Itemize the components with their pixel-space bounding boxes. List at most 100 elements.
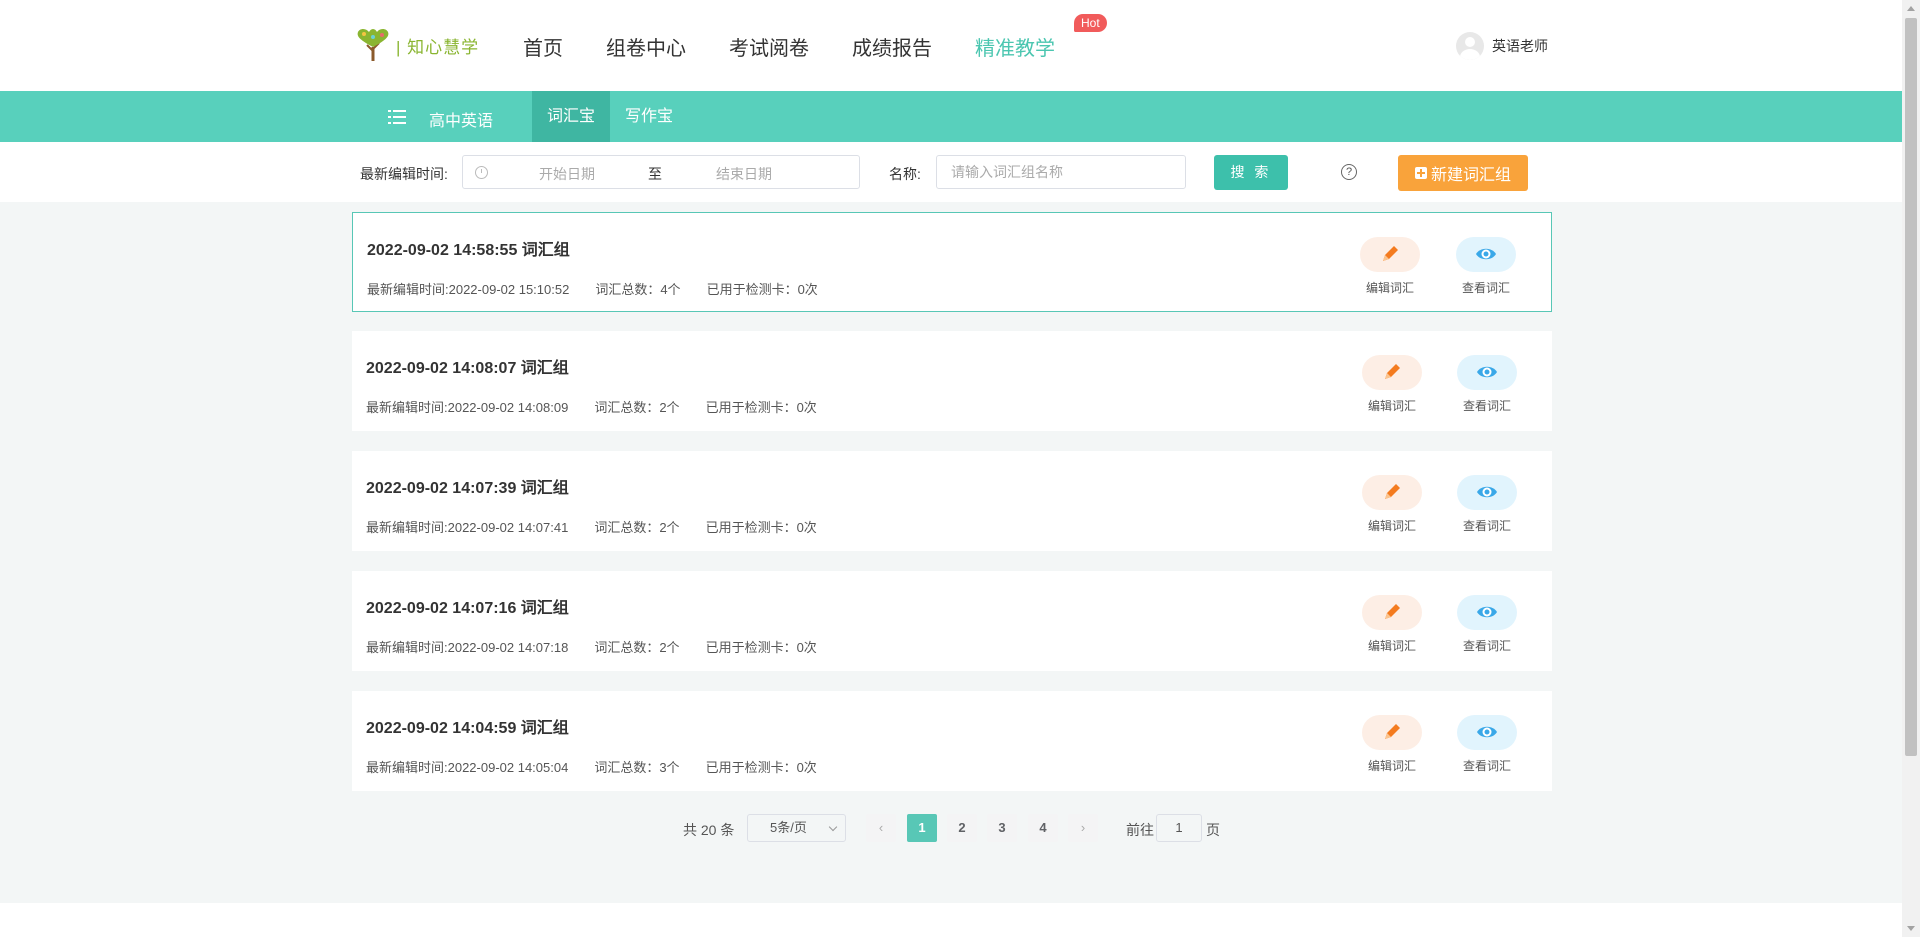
group-edit-time: 最新编辑时间:2022-09-02 15:10:52	[367, 282, 570, 297]
scroll-down-arrow-icon[interactable]	[1907, 926, 1915, 931]
vocab-group-card[interactable]: 2022-09-02 14:04:59 词汇组 最新编辑时间:2022-09-0…	[352, 691, 1552, 791]
view-vocab-label: 查看词汇	[1462, 519, 1511, 533]
edit-vocab-button[interactable]: 编辑词汇	[1361, 475, 1423, 534]
vocab-group-card[interactable]: 2022-09-02 14:08:07 词汇组 最新编辑时间:2022-09-0…	[352, 331, 1552, 431]
group-word-count: 词汇总数：2个	[594, 400, 680, 415]
vertical-scrollbar[interactable]	[1902, 0, 1920, 937]
edit-vocab-button[interactable]: 编辑词汇	[1359, 237, 1421, 296]
menu-list-icon[interactable]	[388, 107, 406, 125]
group-usage-count: 已用于检测卡：0次	[706, 282, 818, 297]
date-range-picker[interactable]: 开始日期 至 结束日期	[462, 155, 860, 189]
prev-page-button[interactable]: ‹	[866, 814, 896, 842]
eye-icon	[1477, 486, 1497, 498]
name-search-input[interactable]	[936, 155, 1186, 189]
group-title: 2022-09-02 14:08:07 词汇组	[366, 360, 569, 377]
group-title: 2022-09-02 14:07:39 词汇组	[366, 480, 569, 497]
top-header: | 知心慧学 首页 组卷中心 考试阅卷 成绩报告 精准教学 Hot 英语老师	[0, 0, 1902, 91]
edit-vocab-label: 编辑词汇	[1365, 281, 1414, 295]
group-meta: 最新编辑时间:2022-09-02 14:05:04 词汇总数：3个 已用于检测…	[366, 757, 843, 776]
page-button-3[interactable]: 3	[987, 814, 1017, 842]
view-vocab-button[interactable]: 查看词汇	[1456, 475, 1518, 534]
range-separator: 至	[648, 166, 662, 182]
pencil-icon	[1385, 604, 1400, 619]
pencil-icon	[1385, 364, 1400, 379]
edit-vocab-label: 编辑词汇	[1367, 399, 1416, 413]
scrollbar-thumb[interactable]	[1905, 18, 1917, 756]
avatar	[1456, 32, 1484, 60]
total-count: 共 20 条	[683, 822, 735, 838]
new-vocab-group-button[interactable]: 新建词汇组	[1398, 155, 1528, 191]
group-title: 2022-09-02 14:58:55 词汇组	[367, 242, 570, 259]
nav-precision-teaching[interactable]: 精准教学	[975, 32, 1055, 61]
group-usage-count: 已用于检测卡：0次	[705, 760, 817, 775]
nav-home[interactable]: 首页	[523, 32, 563, 61]
vocab-group-card[interactable]: 2022-09-02 14:07:16 词汇组 最新编辑时间:2022-09-0…	[352, 571, 1552, 671]
view-vocab-label: 查看词汇	[1462, 399, 1511, 413]
group-edit-time: 最新编辑时间:2022-09-02 14:05:04	[366, 760, 569, 775]
eye-icon	[1477, 366, 1497, 378]
page-button-2[interactable]: 2	[947, 814, 977, 842]
page-button-4[interactable]: 4	[1028, 814, 1058, 842]
eye-icon	[1477, 726, 1497, 738]
pencil-icon	[1385, 724, 1400, 739]
edit-vocab-label: 编辑词汇	[1367, 519, 1416, 533]
search-button[interactable]: 搜 索	[1214, 155, 1288, 190]
start-date-input[interactable]: 开始日期	[539, 164, 595, 184]
clock-icon	[475, 166, 488, 179]
plus-icon	[1414, 167, 1427, 179]
group-edit-time: 最新编辑时间:2022-09-02 14:07:41	[366, 520, 569, 535]
eye-icon	[1477, 606, 1497, 618]
sub-nav: 高中英语 词汇宝 写作宝	[0, 91, 1902, 142]
tab-vocabulary[interactable]: 词汇宝	[532, 91, 611, 142]
nav-paper-center[interactable]: 组卷中心	[606, 32, 686, 61]
nav-score-report[interactable]: 成绩报告	[852, 32, 932, 61]
view-vocab-button[interactable]: 查看词汇	[1456, 715, 1518, 774]
main-nav: 首页 组卷中心 考试阅卷 成绩报告 精准教学	[523, 32, 1098, 61]
view-vocab-label: 查看词汇	[1461, 281, 1510, 295]
user-name: 英语老师	[1492, 38, 1548, 54]
view-vocab-button[interactable]: 查看词汇	[1456, 355, 1518, 414]
pencil-icon	[1383, 246, 1398, 261]
group-word-count: 词汇总数：2个	[594, 520, 680, 535]
page-button-1[interactable]: 1	[907, 814, 937, 842]
edit-vocab-button[interactable]: 编辑词汇	[1361, 355, 1423, 414]
view-vocab-button[interactable]: 查看词汇	[1456, 595, 1518, 654]
group-edit-time: 最新编辑时间:2022-09-02 14:08:09	[366, 400, 569, 415]
vocab-group-card[interactable]: 2022-09-02 14:07:39 词汇组 最新编辑时间:2022-09-0…	[352, 451, 1552, 551]
user-menu[interactable]: 英语老师	[1456, 32, 1548, 60]
end-date-input[interactable]: 结束日期	[716, 164, 772, 184]
tab-writing[interactable]: 写作宝	[610, 91, 688, 142]
group-meta: 最新编辑时间:2022-09-02 15:10:52 词汇总数：4个 已用于检测…	[367, 279, 844, 298]
pencil-icon	[1385, 484, 1400, 499]
group-usage-count: 已用于检测卡：0次	[705, 400, 817, 415]
group-meta: 最新编辑时间:2022-09-02 14:08:09 词汇总数：2个 已用于检测…	[366, 397, 843, 416]
group-title: 2022-09-02 14:07:16 词汇组	[366, 600, 569, 617]
logo[interactable]: | 知心慧学	[352, 26, 479, 64]
nav-exam-grading[interactable]: 考试阅卷	[729, 32, 809, 61]
group-word-count: 词汇总数：2个	[594, 640, 680, 655]
view-vocab-label: 查看词汇	[1462, 639, 1511, 653]
footer	[0, 903, 1902, 937]
edit-vocab-button[interactable]: 编辑词汇	[1361, 715, 1423, 774]
help-icon[interactable]: ?	[1341, 164, 1357, 180]
pagination: 共 20 条 5条/页 ‹ 1 2 3 4 › 前往 1 页	[0, 814, 1902, 842]
edit-vocab-button[interactable]: 编辑词汇	[1361, 595, 1423, 654]
goto-label: 前往	[1126, 822, 1154, 838]
filter-bar: 最新编辑时间: 开始日期 至 结束日期 名称: 搜 索 ? 新建词汇组	[0, 142, 1902, 202]
view-vocab-button[interactable]: 查看词汇	[1455, 237, 1517, 296]
next-page-button[interactable]: ›	[1068, 814, 1098, 842]
vocab-group-card[interactable]: 2022-09-02 14:58:55 词汇组 最新编辑时间:2022-09-0…	[352, 212, 1552, 312]
eye-icon	[1476, 248, 1496, 260]
name-label: 名称:	[889, 166, 921, 182]
logo-text: | 知心慧学	[396, 37, 480, 57]
goto-page-input[interactable]: 1	[1156, 814, 1202, 842]
scroll-up-arrow-icon[interactable]	[1907, 6, 1915, 11]
group-meta: 最新编辑时间:2022-09-02 14:07:18 词汇总数：2个 已用于检测…	[366, 637, 843, 656]
new-vocab-group-label: 新建词汇组	[1430, 167, 1511, 184]
group-edit-time: 最新编辑时间:2022-09-02 14:07:18	[366, 640, 569, 655]
view-vocab-label: 查看词汇	[1462, 759, 1511, 773]
group-title: 2022-09-02 14:04:59 词汇组	[366, 720, 569, 737]
page-size-select[interactable]: 5条/页	[747, 814, 846, 842]
group-usage-count: 已用于检测卡：0次	[705, 520, 817, 535]
subject-selector[interactable]: 高中英语	[429, 107, 493, 131]
